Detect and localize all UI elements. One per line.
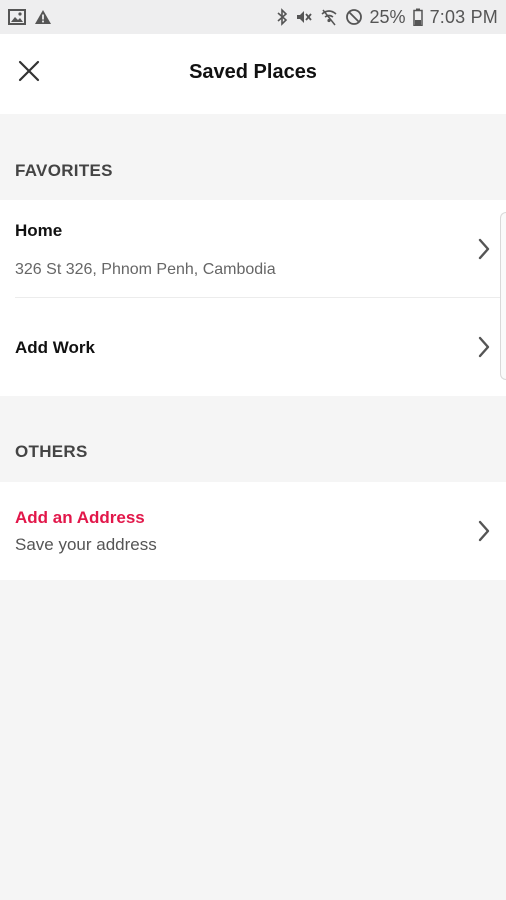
status-right-icons: 25% 7:03 PM [277, 7, 498, 28]
chevron-right-icon [474, 335, 494, 359]
wifi-off-icon [320, 8, 338, 26]
add-address-subtitle: Save your address [15, 535, 157, 554]
image-icon [8, 9, 26, 25]
favorite-add-work-row[interactable]: Add Work [0, 298, 506, 396]
chevron-right-icon [474, 519, 494, 543]
do-not-disturb-icon [345, 8, 363, 26]
add-address-title: Add an Address [15, 508, 145, 527]
favorites-card: Home 326 St 326, Phnom Penh, Cambodia Ad… [0, 200, 506, 396]
status-bar: 25% 7:03 PM [0, 0, 506, 34]
bluetooth-icon [277, 8, 288, 26]
header: Saved Places [0, 34, 506, 114]
add-address-row[interactable]: Add an Address Save your address [0, 482, 506, 580]
others-card: Add an Address Save your address [0, 482, 506, 580]
home-address: 326 St 326, Phnom Penh, Cambodia [15, 261, 276, 278]
favorites-section-label: FAVORITES [15, 161, 113, 180]
status-time: 7:03 PM [429, 6, 498, 27]
home-title: Home [15, 221, 63, 240]
battery-icon [412, 8, 423, 26]
page-title: Saved Places [189, 61, 317, 83]
others-section-label: OTHERS [15, 442, 88, 461]
warning-icon [34, 9, 52, 25]
scroll-handle[interactable] [500, 212, 506, 380]
battery-percent: 25% [369, 6, 406, 27]
chevron-right-icon [474, 237, 494, 261]
mute-icon [295, 8, 313, 26]
status-left-icons [8, 9, 52, 25]
add-work-title: Add Work [15, 338, 95, 357]
favorite-home-row[interactable]: Home 326 St 326, Phnom Penh, Cambodia [0, 200, 506, 298]
